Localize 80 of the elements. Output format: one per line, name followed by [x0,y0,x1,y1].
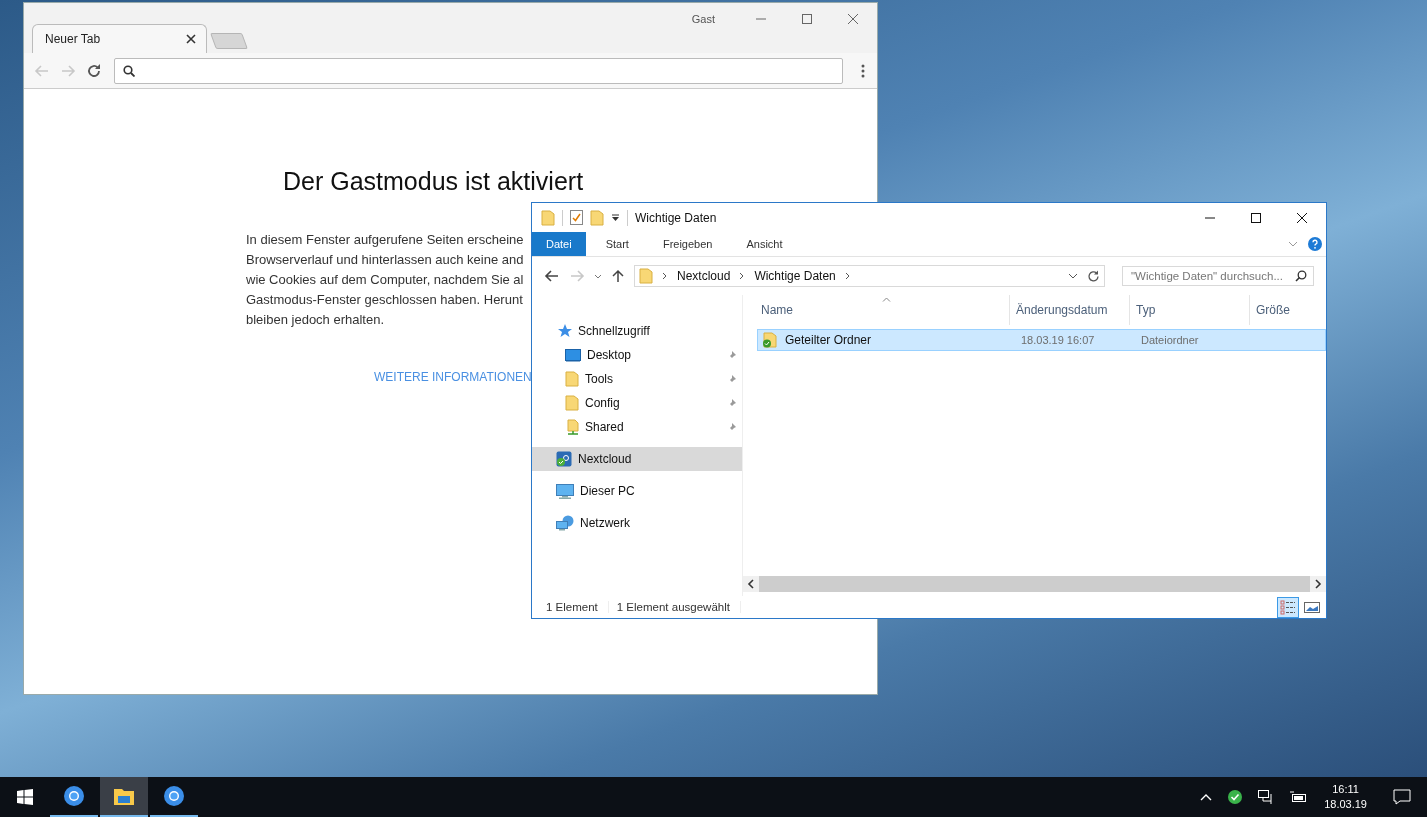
paragraph-line: Gastmodus-Fenster geschlossen haben. Herunt [246,291,524,309]
dropdown-icon[interactable] [611,213,620,222]
ribbon-tab[interactable]: Freigeben [648,232,727,256]
column-header[interactable]: Typ [1130,295,1250,325]
sync-check-icon[interactable] [1228,790,1243,804]
address-field[interactable] [114,57,843,84]
table-cell: 18.03.19 16:07 [1021,334,1095,346]
status-text: 1 Element [546,601,609,613]
cloud-icon [556,451,572,467]
clock-time[interactable]: 16:11 [1332,782,1359,797]
navigation-item[interactable]: Tools [532,367,742,391]
taskbar-app[interactable] [100,777,148,817]
close-icon[interactable] [1296,211,1308,224]
status-text: 1 Element ausgewählt [616,601,741,613]
file-row[interactable]: Geteilter Ordner 18.03.19 16:07 Dateiordner [757,329,1326,351]
breadcrumb-item[interactable]: Wichtige Daten [754,269,836,283]
chevron-right-icon [662,272,668,280]
paragraph-line: wie Cookies auf dem Computer, nachdem Sie al [246,271,524,289]
chevron-right-icon [739,272,746,280]
star-icon [556,323,572,339]
folder-icon [639,268,653,284]
navigation-item[interactable]: Desktop [532,343,742,367]
close-icon[interactable] [186,34,196,44]
column-header[interactable]: Name [755,295,1010,325]
menu-icon[interactable] [861,63,865,78]
battery-icon[interactable] [1290,791,1307,803]
profile-label: Gast [691,13,715,25]
paragraph-line: Browserverlauf und hinterlassen auch keine and [246,251,524,269]
shared-folder-icon [762,332,778,348]
paragraph-line: bleiben jedoch erhalten. [246,311,386,329]
browser-tab[interactable]: Neuer Tab [32,24,207,53]
folder-icon [565,419,579,435]
maximize-icon[interactable] [1250,211,1262,224]
ribbon-tab[interactable]: Datei [532,232,586,256]
column-header[interactable]: Größe [1250,295,1320,325]
folder-icon [565,395,579,411]
recent-dropdown-icon[interactable] [594,273,602,279]
start-windows-icon[interactable] [17,789,33,805]
search-icon [1295,270,1307,282]
navigation-item[interactable]: Dieser PC [532,479,742,503]
notification-icon[interactable] [1393,789,1411,805]
clock-date[interactable]: 18.03.19 [1324,797,1367,812]
reload-icon[interactable] [86,62,102,79]
network-icon [556,515,574,531]
chevron-right-icon [844,272,851,280]
properties-icon[interactable] [570,210,583,225]
column-header[interactable]: Änderungsdatum [1010,295,1130,325]
folder-icon [590,209,604,226]
navigation-item[interactable]: Schnellzugriff [532,319,742,343]
navigation-item[interactable]: Config [532,391,742,415]
navigation-item[interactable]: Nextcloud [532,447,742,471]
paragraph-line: In diesem Fenster aufgerufene Seiten erscheine [246,231,524,249]
search-icon [123,64,135,77]
network-icon[interactable] [1258,790,1275,804]
table-cell: Geteilter Ordner [785,333,872,347]
help-icon[interactable] [1308,237,1322,251]
desktop-icon [565,348,581,362]
address-bar[interactable]: Nextcloud Wichtige Daten [634,265,1105,287]
breadcrumb-item[interactable]: Nextcloud [677,269,731,283]
folder-icon [565,371,579,387]
scroll-left-icon[interactable] [747,579,755,589]
monitor-icon [556,483,574,499]
navigation-item[interactable]: Netzwerk [532,511,742,535]
window-title: Wichtige Daten [635,210,717,225]
browser-icon [63,785,85,807]
refresh-icon[interactable] [1087,269,1100,283]
table-cell: Dateiordner [1141,334,1199,346]
back-arrow-icon[interactable] [544,268,560,284]
details-view-icon[interactable] [1278,597,1298,617]
chevron-down-icon[interactable] [1068,273,1078,279]
scroll-right-icon[interactable] [1314,579,1322,589]
folder-icon [541,209,555,226]
ribbon-tab[interactable]: Ansicht [732,232,797,256]
browser-icon [163,785,185,807]
up-arrow-icon[interactable] [611,269,625,283]
search-field[interactable]: "Wichtige Daten" durchsuch... [1122,266,1314,286]
chevron-up-icon[interactable] [1200,793,1213,801]
page-heading: Der Gastmodus ist aktiviert [283,167,584,196]
ribbon-tab[interactable]: Start [591,232,643,256]
navigation-item[interactable]: Shared [532,415,742,439]
